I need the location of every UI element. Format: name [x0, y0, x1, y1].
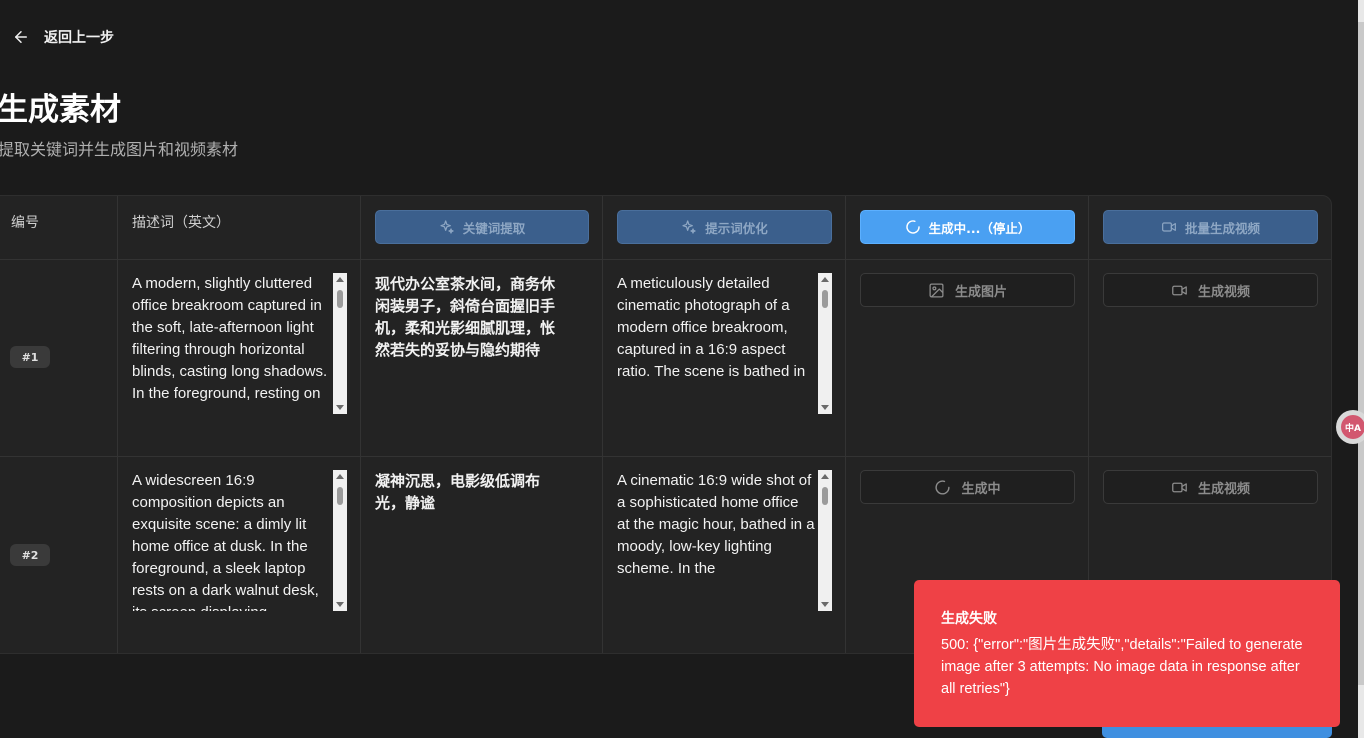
- keywords-text: 现代办公室茶水间，商务休闲装男子，斜倚台面握旧手机，柔和光影细腻肌理，怅然若失的…: [375, 275, 556, 359]
- extract-keywords-button[interactable]: 关键词提取: [375, 210, 589, 244]
- translate-floating-button[interactable]: 中A: [1336, 410, 1364, 444]
- textarea-scrollbar[interactable]: [333, 273, 347, 414]
- back-button[interactable]: 返回上一步: [12, 26, 114, 48]
- optimized-prompt-text: A meticulously detailed cinematic photog…: [617, 275, 806, 380]
- optimized-prompt-text: A cinematic 16:9 wide shot of a sophisti…: [617, 472, 815, 577]
- textarea-scrollbar[interactable]: [333, 470, 347, 611]
- page-subtitle: 提取关键词并生成图片和视频素材: [0, 140, 239, 159]
- page-title: 生成素材: [0, 92, 121, 128]
- generate-image-button[interactable]: 生成图片: [860, 273, 1075, 307]
- sparkle-icon: [682, 220, 696, 234]
- toast-title: 生成失败: [941, 611, 997, 627]
- description-text: A modern, slightly cluttered office brea…: [132, 275, 328, 402]
- stop-generation-button[interactable]: 生成中...（停止）: [860, 210, 1075, 244]
- generate-video-label: 生成视频: [1197, 481, 1250, 497]
- video-camera-icon: [1162, 222, 1176, 232]
- optimize-prompt-button[interactable]: 提示词优化: [617, 210, 832, 244]
- image-icon: [929, 282, 944, 298]
- optimize-prompt-label: 提示词优化: [705, 220, 768, 236]
- next-step-button[interactable]: [1102, 726, 1332, 738]
- batch-generate-video-label: 批量生成视频: [1184, 220, 1260, 236]
- toast-message: 500: {"error":"图片生成失败","details":"Failed…: [941, 637, 1303, 697]
- generate-image-label: 生成图片: [954, 284, 1007, 300]
- spinner-icon: [935, 479, 951, 495]
- translate-icon: 中A: [1341, 415, 1364, 439]
- generate-video-label: 生成视频: [1197, 284, 1250, 300]
- description-textarea[interactable]: A widescreen 16:9 composition depicts an…: [132, 470, 347, 611]
- page-scrollbar[interactable]: [1358, 0, 1364, 738]
- stop-generation-label: 生成中...（停止）: [928, 220, 1031, 236]
- batch-generate-video-button[interactable]: 批量生成视频: [1103, 210, 1318, 244]
- description-textarea[interactable]: A modern, slightly cluttered office brea…: [132, 273, 347, 414]
- generate-video-button[interactable]: 生成视频: [1103, 470, 1318, 504]
- extract-keywords-label: 关键词提取: [462, 220, 526, 236]
- back-label: 返回上一步: [44, 30, 114, 46]
- description-text: A widescreen 16:9 composition depicts an…: [132, 472, 319, 611]
- row-number-badge: #1: [10, 346, 50, 368]
- keywords-text: 凝神沉思，电影级低调布光，静谧: [375, 472, 541, 512]
- header-description-label: 描述词（英文）: [132, 215, 230, 231]
- optimized-prompt-textarea[interactable]: A meticulously detailed cinematic photog…: [617, 273, 832, 414]
- video-camera-icon: [1172, 482, 1187, 492]
- error-toast[interactable]: 生成失败 500: {"error":"图片生成失败","details":"F…: [914, 580, 1340, 727]
- header-number-label: 编号: [11, 215, 39, 231]
- header-number: 编号: [11, 196, 39, 259]
- generating-image-label: 生成中: [961, 481, 1001, 497]
- header-description: 描述词（英文）: [132, 196, 230, 259]
- generating-image-button[interactable]: 生成中: [860, 470, 1075, 504]
- textarea-scrollbar[interactable]: [818, 273, 832, 414]
- spinner-icon: [905, 220, 920, 234]
- row-number-badge: #2: [10, 544, 50, 566]
- generate-video-button[interactable]: 生成视频: [1103, 273, 1318, 307]
- sparkle-icon: [440, 220, 454, 234]
- optimized-prompt-textarea[interactable]: A cinematic 16:9 wide shot of a sophisti…: [617, 470, 832, 611]
- video-camera-icon: [1172, 285, 1187, 295]
- textarea-scrollbar[interactable]: [818, 470, 832, 611]
- arrow-left-icon: [15, 31, 27, 43]
